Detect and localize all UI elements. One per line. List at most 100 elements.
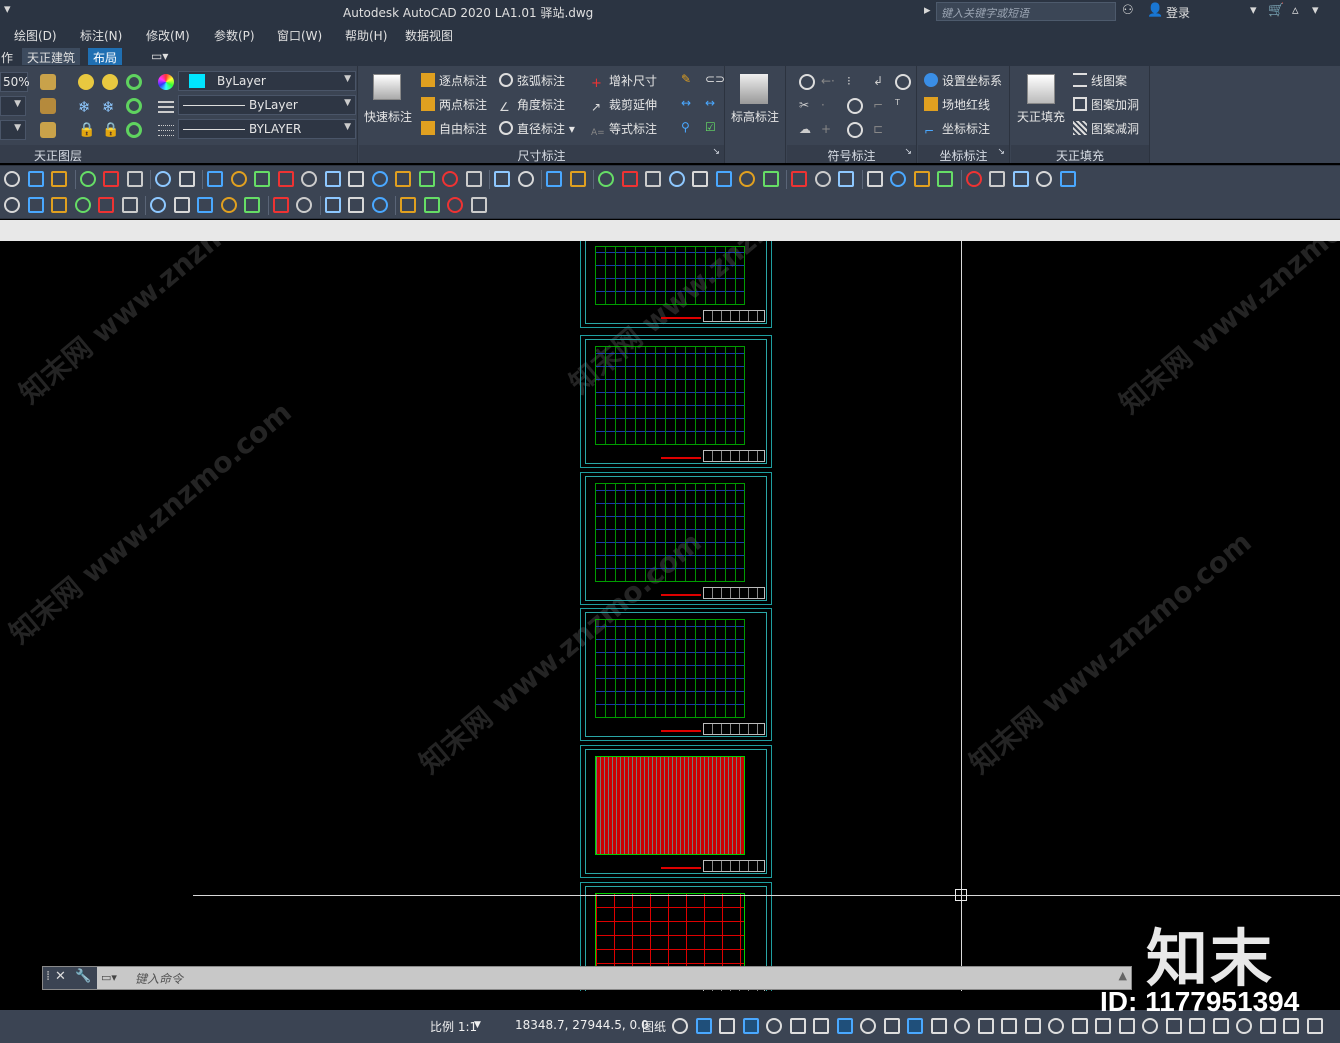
toolbar-tool-icon[interactable] — [4, 197, 20, 213]
detail-symbol-icon[interactable] — [847, 98, 863, 114]
toolbar-tool-icon[interactable] — [272, 197, 289, 213]
status-toggle-icon[interactable] — [742, 1018, 759, 1034]
toolbar-tool-icon[interactable] — [4, 171, 20, 187]
toolbar-tool-icon[interactable] — [1012, 171, 1029, 187]
pin-icon[interactable]: ⚲ — [681, 120, 697, 136]
lineweight-dropdown[interactable]: BYLAYER ▼ — [178, 119, 356, 139]
coordinate-readout[interactable]: 18348.7, 27944.5, 0.0 — [515, 1018, 649, 1032]
toolbar-tool-icon[interactable] — [621, 171, 638, 187]
free-dim-button[interactable]: 自由标注 — [421, 119, 487, 139]
trim-extend-button[interactable]: ↗ 裁剪延伸 — [591, 95, 657, 115]
status-toggle-icon[interactable] — [977, 1018, 994, 1034]
pencil-icon[interactable]: ✎ — [681, 72, 697, 88]
toolbar-tool-icon[interactable] — [937, 171, 953, 187]
point-dim-button[interactable]: 逐点标注 — [421, 71, 487, 91]
command-line-grip[interactable]: ⁞ ✕ 🔧 — [43, 967, 97, 989]
menu-parametric[interactable]: 参数(P) — [214, 27, 255, 44]
text-symbol-icon[interactable]: T — [895, 98, 911, 114]
break-icon[interactable]: ⊏ — [873, 122, 889, 138]
status-toggle-icon[interactable] — [1165, 1018, 1182, 1034]
toolbar-tool-icon[interactable] — [277, 171, 294, 187]
tab-layout[interactable]: 布局 — [88, 48, 123, 65]
toolbar-tool-icon[interactable] — [913, 171, 930, 187]
layer-dropdown-2[interactable]: ▼ — [0, 120, 26, 140]
status-toggle-icon[interactable] — [1142, 1018, 1158, 1034]
freeze-all-icon[interactable]: ❄ — [102, 98, 118, 116]
arrow-left-icon[interactable]: ↲ — [873, 74, 889, 90]
toolbar-tool-icon[interactable] — [762, 171, 779, 187]
dropdown-icon[interactable]: ▾ — [1250, 3, 1257, 18]
lock-all-icon[interactable]: 🔒 — [102, 122, 119, 138]
status-toggle-icon[interactable] — [1095, 1018, 1111, 1034]
toolbar-tool-icon[interactable] — [890, 171, 906, 187]
toolbar-tool-icon[interactable] — [98, 197, 114, 213]
status-toggle-icon[interactable] — [883, 1018, 900, 1034]
panel-expand-icon[interactable]: ↘ — [997, 147, 1005, 157]
toolbar-tool-icon[interactable] — [324, 197, 341, 213]
status-toggle-icon[interactable] — [1306, 1018, 1323, 1034]
lineweight-icon[interactable] — [158, 122, 174, 138]
quick-access-dropdown-icon[interactable]: ▾ — [4, 2, 11, 17]
status-toggle-icon[interactable] — [930, 1018, 947, 1034]
number-symbol-icon[interactable]: ⁝ — [847, 74, 863, 90]
toolbar-tool-icon[interactable] — [400, 197, 416, 213]
toolbar-tool-icon[interactable] — [418, 171, 435, 187]
section-symbol-icon[interactable] — [847, 122, 863, 138]
toolbar-tool-icon[interactable] — [155, 171, 171, 187]
toolbar-tool-icon[interactable] — [324, 171, 341, 187]
cloud-icon[interactable]: ☁ — [799, 122, 815, 138]
toolbar-tool-icon[interactable] — [645, 171, 661, 187]
pattern-add-hole-button[interactable]: 图案加洞 — [1073, 95, 1139, 115]
status-toggle-icon[interactable] — [766, 1018, 782, 1034]
status-toggle-icon[interactable] — [672, 1018, 688, 1034]
bulb-icon[interactable] — [102, 74, 118, 90]
arrow-symbol-icon[interactable]: ←· — [821, 74, 837, 90]
elevation-dim-icon[interactable] — [740, 74, 768, 104]
scroll-up-icon[interactable]: ▲ — [1119, 969, 1127, 982]
menu-dimension[interactable]: 标注(N) — [80, 27, 122, 44]
toolbar-tool-icon[interactable] — [230, 171, 247, 187]
toolbar-tool-icon[interactable] — [517, 171, 534, 187]
panel-expand-icon[interactable]: ↘ — [904, 147, 912, 157]
toolbar-tool-icon[interactable] — [51, 197, 67, 213]
two-point-dim-button[interactable]: 两点标注 — [421, 95, 487, 115]
color-wheel-icon[interactable] — [158, 74, 174, 90]
menu-draw[interactable]: 绘图(D) — [14, 27, 57, 44]
chord-arc-dim-button[interactable]: 弦弧标注 — [499, 71, 565, 91]
toolbar-tool-icon[interactable] — [668, 171, 685, 187]
ribbon-options-icon[interactable]: ▭▾ — [146, 48, 173, 65]
toolbar-tool-icon[interactable] — [254, 171, 270, 187]
angle-dim-button[interactable]: ∠ 角度标注 — [499, 95, 565, 115]
status-toggle-icon[interactable] — [1212, 1018, 1229, 1034]
dim-arrow-2-icon[interactable]: ↔ — [705, 96, 721, 112]
toolbar-tool-icon[interactable] — [447, 197, 463, 213]
toolbar-tool-icon[interactable] — [739, 171, 755, 187]
layer-on-icon[interactable] — [126, 74, 142, 90]
search-input[interactable]: 键入关键字或短语 — [936, 2, 1116, 21]
status-toggle-icon[interactable] — [1071, 1018, 1088, 1034]
north-icon[interactable]: · — [821, 98, 837, 114]
toolbar-tool-icon[interactable] — [546, 171, 562, 187]
dropdown-icon[interactable]: ▾ — [1312, 3, 1319, 18]
linetype-icon[interactable] — [158, 98, 174, 114]
command-input[interactable]: 键入命令 — [135, 970, 1155, 986]
status-toggle-icon[interactable] — [1189, 1018, 1205, 1034]
diameter-dim-button[interactable]: 直径标注 ▾ — [499, 119, 575, 139]
toolbar-tool-icon[interactable] — [220, 197, 237, 213]
cut-symbol-icon[interactable]: ✂ — [799, 98, 815, 114]
fill-big-button[interactable]: 天正填充 — [1017, 108, 1065, 125]
toolbar-tool-icon[interactable] — [371, 171, 388, 187]
quick-dim-button[interactable]: 快速标注 — [364, 108, 412, 125]
toolbar-tool-icon[interactable] — [866, 171, 883, 187]
dim-arrow-icon[interactable]: ↔ — [681, 96, 697, 112]
toolbar-tool-icon[interactable] — [395, 171, 411, 187]
cross-icon[interactable]: + — [821, 122, 837, 138]
color-dropdown[interactable]: ByLayer ▼ — [178, 71, 356, 91]
status-toggle-icon[interactable] — [1001, 1018, 1017, 1034]
menu-window[interactable]: 窗口(W) — [277, 27, 322, 44]
layer-iso-icon[interactable] — [40, 122, 56, 138]
equation-dim-button[interactable]: A= 等式标注 — [591, 119, 657, 139]
binoculars-icon[interactable]: ⚇ — [1122, 3, 1134, 18]
tab-tianzheng[interactable]: 天正建筑 — [22, 48, 81, 65]
toolbar-tool-icon[interactable] — [965, 171, 982, 187]
